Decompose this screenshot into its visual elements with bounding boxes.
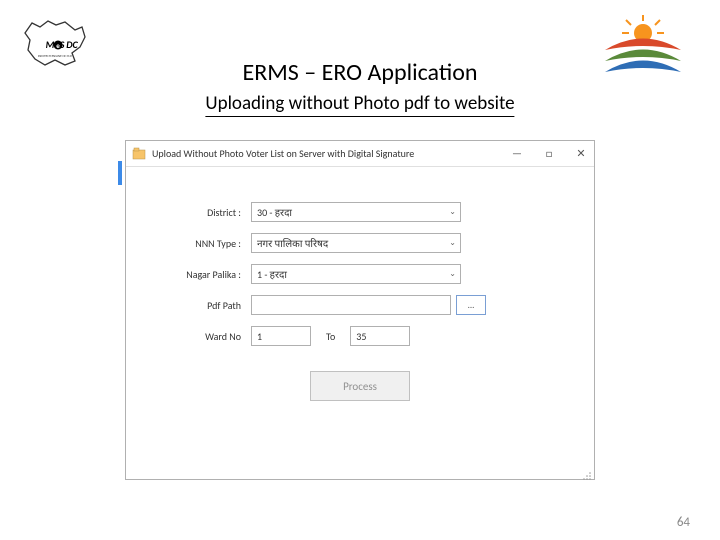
input-ward-to[interactable]: 35 — [350, 326, 410, 346]
select-nagar-palika[interactable]: 1 - हरदा ⌄ — [251, 264, 461, 284]
app-icon — [132, 147, 146, 161]
ward-from-value: 1 — [257, 330, 262, 343]
window-titlebar: Upload Without Photo Voter List on Serve… — [126, 141, 594, 167]
label-to: To — [326, 330, 335, 343]
close-button[interactable]: ✕ — [574, 147, 588, 161]
minimize-button[interactable]: — — [510, 147, 524, 161]
select-district[interactable]: 30 - हरदा ⌄ — [251, 202, 461, 222]
mpsedc-logo: MPS DC e INFOTECH ENGINE OF M.P. — [20, 15, 90, 70]
blue-accent — [118, 161, 122, 185]
row-pdf-path: Pdf Path ... — [156, 295, 564, 315]
row-nagar-palika: Nagar Palika : 1 - हरदा ⌄ — [156, 264, 564, 284]
label-pdf-path: Pdf Path — [156, 299, 251, 312]
page-title: ERMS – ERO Application — [243, 58, 478, 87]
chevron-down-icon: ⌄ — [449, 207, 456, 217]
page-number: 64 — [677, 515, 690, 530]
select-nagar-palika-value: 1 - हरदा — [257, 267, 287, 281]
input-pdf-path[interactable] — [251, 295, 451, 315]
window-title: Upload Without Photo Voter List on Serve… — [152, 147, 510, 160]
upload-window: Upload Without Photo Voter List on Serve… — [125, 140, 595, 480]
sunrise-logo — [595, 15, 690, 80]
label-nagar-palika: Nagar Palika : — [156, 268, 251, 281]
page-subtitle: Uploading without Photo pdf to website — [205, 92, 514, 117]
input-ward-from[interactable]: 1 — [251, 326, 311, 346]
label-nnn-type: NNN Type : — [156, 237, 251, 250]
ward-to-value: 35 — [356, 330, 366, 343]
row-district: District : 30 - हरदा ⌄ — [156, 202, 564, 222]
label-ward-no: Ward No — [156, 330, 251, 343]
select-nnn-type-value: नगर पालिका परिषद — [257, 236, 328, 250]
label-district: District : — [156, 206, 251, 219]
form-body: District : 30 - हरदा ⌄ NNN Type : नगर पा… — [126, 167, 594, 411]
svg-text:DC: DC — [66, 38, 78, 51]
select-nnn-type[interactable]: नगर पालिका परिषद ⌄ — [251, 233, 461, 253]
svg-text:e: e — [56, 41, 60, 50]
browse-button[interactable]: ... — [456, 295, 486, 315]
row-ward-no: Ward No 1 To 35 — [156, 326, 564, 346]
svg-text:INFOTECH ENGINE OF M.P.: INFOTECH ENGINE OF M.P. — [38, 54, 73, 58]
process-button[interactable]: Process — [310, 371, 410, 401]
maximize-button[interactable]: □ — [542, 147, 556, 161]
resize-grip-icon[interactable] — [582, 467, 592, 477]
chevron-down-icon: ⌄ — [449, 238, 456, 248]
row-nnn-type: NNN Type : नगर पालिका परिषद ⌄ — [156, 233, 564, 253]
chevron-down-icon: ⌄ — [449, 269, 456, 279]
select-district-value: 30 - हरदा — [257, 205, 292, 219]
